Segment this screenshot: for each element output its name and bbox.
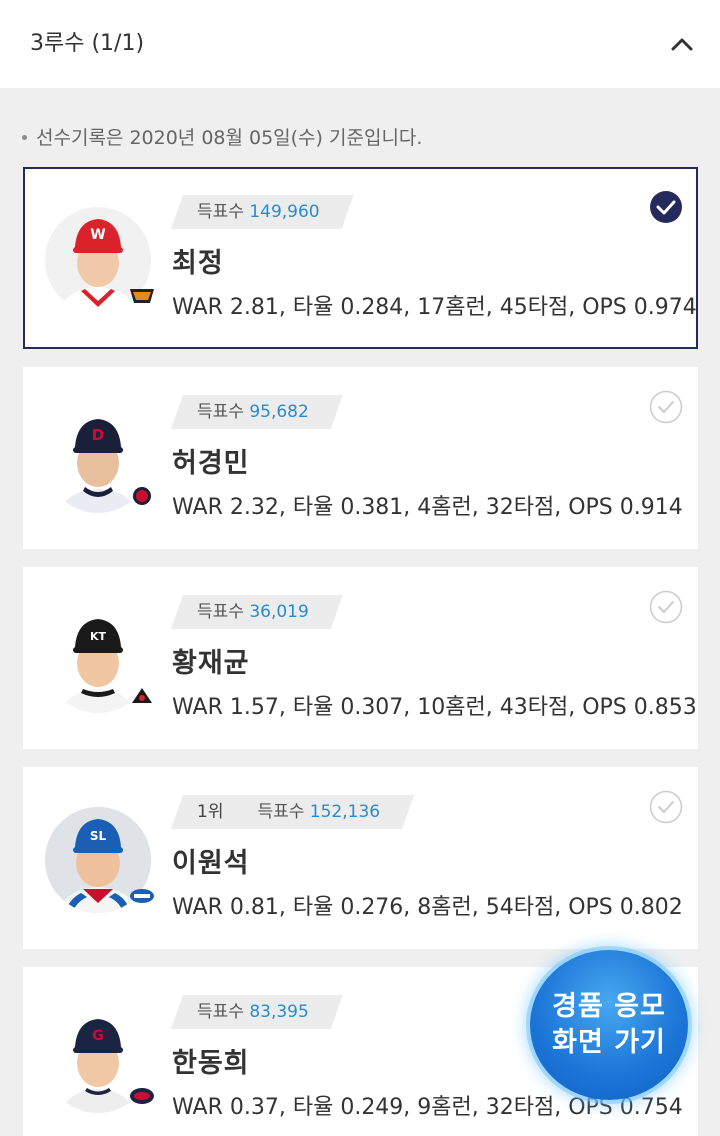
chevron-up-icon xyxy=(671,38,693,51)
svg-text:KT: KT xyxy=(90,630,107,643)
player-stats: WAR 2.81, 타율 0.284, 17홈런, 45타점, OPS 0.97… xyxy=(172,295,697,320)
player-name: 이원석 xyxy=(172,848,250,879)
collapse-button[interactable] xyxy=(662,24,702,64)
player-stats: WAR 0.81, 타율 0.276, 8홈런, 54타점, OPS 0.802 xyxy=(172,895,683,920)
player-stats: WAR 1.57, 타율 0.307, 10홈런, 43타점, OPS 0.85… xyxy=(172,695,697,720)
kt-wiz-logo-icon xyxy=(128,685,156,707)
giants-logo-icon xyxy=(128,1085,156,1107)
vote-label: 득표수 xyxy=(197,402,244,422)
vote-badge: 1위 득표수 152,136 xyxy=(171,795,414,829)
check-icon[interactable] xyxy=(649,390,683,424)
vote-count: 95,682 xyxy=(249,402,309,422)
player-name: 최정 xyxy=(172,248,224,279)
player-name: 황재균 xyxy=(172,648,250,679)
section-header: 3루수 (1/1) xyxy=(0,0,720,88)
tigers-logo-icon xyxy=(128,285,156,307)
bullet-icon xyxy=(22,134,27,140)
check-icon[interactable] xyxy=(649,190,683,224)
bears-logo-icon xyxy=(128,485,156,507)
player-card[interactable]: SL 1위 득표수 152,136 이원석 WAR 0.81, 타율 0.276,… xyxy=(23,767,698,949)
player-stats: WAR 2.32, 타율 0.381, 4홈런, 32타점, OPS 0.914 xyxy=(172,495,683,520)
vote-label: 득표수 xyxy=(197,1002,244,1022)
vote-label: 득표수 xyxy=(257,802,305,822)
player-card[interactable]: KT 득표수 36,019 황재균 WAR 1.57, 타율 0.307, 10… xyxy=(23,567,698,749)
vote-count: 152,136 xyxy=(309,802,381,822)
check-icon[interactable] xyxy=(649,590,683,624)
vote-label: 득표수 xyxy=(197,602,244,622)
vote-count: 36,019 xyxy=(249,602,309,622)
record-notice-text: 선수기록은 2020년 08월 05일(수) 기준입니다. xyxy=(36,127,423,149)
vote-badge: 득표수 149,960 xyxy=(171,195,354,229)
record-notice: 선수기록은 2020년 08월 05일(수) 기준입니다. xyxy=(22,122,422,154)
vote-count: 83,395 xyxy=(249,1002,309,1022)
svg-text:SL: SL xyxy=(90,829,107,843)
vote-badge: 득표수 36,019 xyxy=(171,595,343,629)
enter-prize-label: 경품 응모 화면 가기 xyxy=(552,991,666,1058)
vote-badge: 득표수 95,682 xyxy=(171,395,343,429)
svg-text:G: G xyxy=(92,1028,104,1044)
player-card[interactable]: D 득표수 95,682 허경민 WAR 2.32, 타율 0.381, 4홈런… xyxy=(23,367,698,549)
section-title: 3루수 (1/1) xyxy=(30,31,145,56)
check-icon[interactable] xyxy=(649,790,683,824)
player-card[interactable]: W 득표수 149,960 최정 WAR 2.81, 타율 0.284, 17홈… xyxy=(23,167,698,349)
rank-label: 1위 xyxy=(197,802,224,822)
vote-label: 득표수 xyxy=(197,202,244,222)
player-name: 한동희 xyxy=(172,1048,250,1079)
lions-logo-icon xyxy=(128,885,156,907)
player-name: 허경민 xyxy=(172,448,250,479)
enter-prize-button[interactable]: 경품 응모 화면 가기 xyxy=(530,950,688,1100)
svg-text:D: D xyxy=(92,426,104,444)
svg-text:W: W xyxy=(90,227,105,243)
vote-badge: 득표수 83,395 xyxy=(171,995,343,1029)
vote-count: 149,960 xyxy=(249,202,320,222)
